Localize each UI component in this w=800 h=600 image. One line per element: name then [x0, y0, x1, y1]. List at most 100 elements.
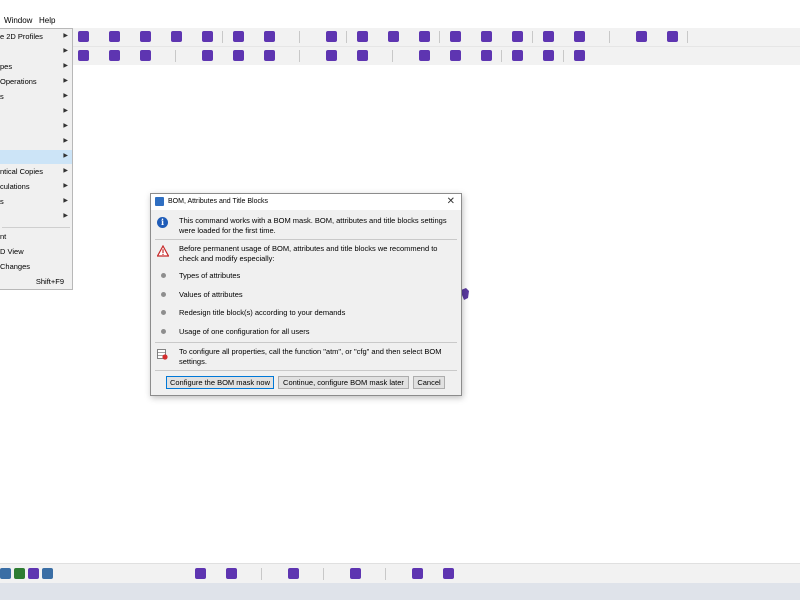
toolbar-tool-icon[interactable]: [249, 31, 260, 42]
menu-item-blank-3[interactable]: ▶: [0, 120, 72, 134]
menu-window[interactable]: Window: [4, 16, 32, 25]
toolbar-tool-icon[interactable]: [94, 50, 105, 61]
toolbar-tool-icon[interactable]: [366, 568, 377, 579]
toolbar-tool-icon[interactable]: [288, 568, 299, 579]
toolbar-tool-icon[interactable]: [218, 50, 229, 61]
toolbar-tool-icon[interactable]: [264, 50, 275, 61]
toolbar-tool-icon[interactable]: [574, 31, 585, 42]
toolbar-tool-icon[interactable]: [652, 31, 663, 42]
toolbar-tool-icon[interactable]: [435, 50, 446, 61]
toolbar-tool-icon[interactable]: [109, 31, 120, 42]
toolbar-tool-icon[interactable]: [226, 568, 237, 579]
toolbar-tool-icon[interactable]: [326, 50, 337, 61]
toolbar-tool-icon[interactable]: [311, 50, 322, 61]
toolbar-tool-icon[interactable]: [481, 50, 492, 61]
toolbar-tool-icon[interactable]: [512, 50, 523, 61]
toolbar-tool-icon[interactable]: [233, 50, 244, 61]
toolbar-tool-icon[interactable]: [280, 31, 291, 42]
toolbar-tool-icon[interactable]: [249, 50, 260, 61]
toolbar-tool-icon[interactable]: [357, 31, 368, 42]
toolbar-tool-icon[interactable]: [397, 568, 408, 579]
toolbar-tool-icon[interactable]: [450, 31, 461, 42]
toolbar-tool-icon[interactable]: [590, 31, 601, 42]
toolbar-tool-icon[interactable]: [273, 568, 284, 579]
toolbar-tool-icon[interactable]: [497, 31, 508, 42]
configure-now-button[interactable]: Configure the BOM mask now: [166, 376, 274, 389]
toolbar-tool-icon[interactable]: [94, 31, 105, 42]
menu-item-2d-profiles[interactable]: e 2D Profiles ▶: [0, 30, 72, 44]
menu-item-changes[interactable]: Changes: [0, 260, 72, 274]
toolbar-tool-icon[interactable]: [304, 568, 315, 579]
toolbar-tool-icon[interactable]: [28, 568, 39, 579]
toolbar-tool-icon[interactable]: [0, 568, 11, 579]
configure-later-button[interactable]: Continue, configure BOM mask later: [278, 376, 409, 389]
toolbar-tool-icon[interactable]: [590, 50, 601, 61]
toolbar-tool-icon[interactable]: [443, 568, 454, 579]
toolbar-tool-icon[interactable]: [171, 31, 182, 42]
close-icon[interactable]: ✕: [447, 196, 455, 207]
toolbar-tool-icon[interactable]: [373, 50, 384, 61]
toolbar-tool-icon[interactable]: [326, 31, 337, 42]
toolbar-tool-icon[interactable]: [404, 50, 415, 61]
toolbar-tool-icon[interactable]: [202, 50, 213, 61]
toolbar-tool-icon[interactable]: [350, 568, 361, 579]
toolbar-tool-icon[interactable]: [357, 50, 368, 61]
toolbar-tool-icon[interactable]: [140, 50, 151, 61]
menu-item-s-2[interactable]: s ▶: [0, 195, 72, 209]
toolbar-tool-icon[interactable]: [311, 31, 322, 42]
toolbar-tool-icon[interactable]: [388, 31, 399, 42]
menu-item-identical-copies[interactable]: ntical Copies ▶: [0, 165, 72, 179]
toolbar-tool-icon[interactable]: [636, 31, 647, 42]
toolbar-tool-icon[interactable]: [404, 31, 415, 42]
toolbar-tool-icon[interactable]: [42, 568, 53, 579]
toolbar-tool-icon[interactable]: [156, 31, 167, 42]
toolbar-tool-icon[interactable]: [109, 50, 120, 61]
toolbar-tool-icon[interactable]: [187, 50, 198, 61]
menu-item-highlighted[interactable]: ▶: [0, 150, 72, 164]
menu-item-3d-view[interactable]: D View: [0, 245, 72, 259]
toolbar-tool-icon[interactable]: [187, 31, 198, 42]
menu-item-types[interactable]: pes ▶: [0, 60, 72, 74]
toolbar-tool-icon[interactable]: [78, 31, 89, 42]
toolbar-tool-icon[interactable]: [559, 31, 570, 42]
cancel-button[interactable]: Cancel: [413, 376, 445, 389]
toolbar-tool-icon[interactable]: [242, 568, 253, 579]
toolbar-tool-icon[interactable]: [419, 31, 430, 42]
toolbar-tool-icon[interactable]: [450, 50, 461, 61]
toolbar-tool-icon[interactable]: [125, 50, 136, 61]
menu-item-blank-4[interactable]: ▶: [0, 135, 72, 149]
toolbar-tool-icon[interactable]: [428, 568, 439, 579]
toolbar-tool-icon[interactable]: [373, 31, 384, 42]
menu-help[interactable]: Help: [39, 16, 55, 25]
menu-item-nt[interactable]: nt: [0, 230, 72, 244]
toolbar-tool-icon[interactable]: [140, 31, 151, 42]
toolbar-tool-icon[interactable]: [156, 50, 167, 61]
toolbar-tool-icon[interactable]: [342, 50, 353, 61]
toolbar-tool-icon[interactable]: [280, 50, 291, 61]
toolbar-tool-icon[interactable]: [466, 50, 477, 61]
toolbar-tool-icon[interactable]: [574, 50, 585, 61]
toolbar-tool-icon[interactable]: [419, 50, 430, 61]
toolbar-tool-icon[interactable]: [335, 568, 346, 579]
toolbar-tool-icon[interactable]: [125, 31, 136, 42]
toolbar-tool-icon[interactable]: [195, 568, 206, 579]
menu-item-shortcut-entry[interactable]: Shift+F9: [0, 275, 72, 289]
toolbar-tool-icon[interactable]: [481, 31, 492, 42]
toolbar-tool-icon[interactable]: [233, 31, 244, 42]
menu-item-s[interactable]: s ▶: [0, 90, 72, 104]
toolbar-tool-icon[interactable]: [528, 50, 539, 61]
toolbar-tool-icon[interactable]: [667, 31, 678, 42]
menu-item-blank-5[interactable]: ▶: [0, 210, 72, 224]
menu-item-blank-1[interactable]: ▶: [0, 45, 72, 59]
toolbar-tool-icon[interactable]: [78, 50, 89, 61]
menu-item-calculations[interactable]: culations ▶: [0, 180, 72, 194]
toolbar-tool-icon[interactable]: [211, 568, 222, 579]
toolbar-tool-icon[interactable]: [543, 31, 554, 42]
toolbar-tool-icon[interactable]: [512, 31, 523, 42]
menu-item-operations[interactable]: Operations ▶: [0, 75, 72, 89]
toolbar-tool-icon[interactable]: [621, 31, 632, 42]
toolbar-tool-icon[interactable]: [543, 50, 554, 61]
toolbar-tool-icon[interactable]: [412, 568, 423, 579]
toolbar-tool-icon[interactable]: [264, 31, 275, 42]
toolbar-tool-icon[interactable]: [202, 31, 213, 42]
